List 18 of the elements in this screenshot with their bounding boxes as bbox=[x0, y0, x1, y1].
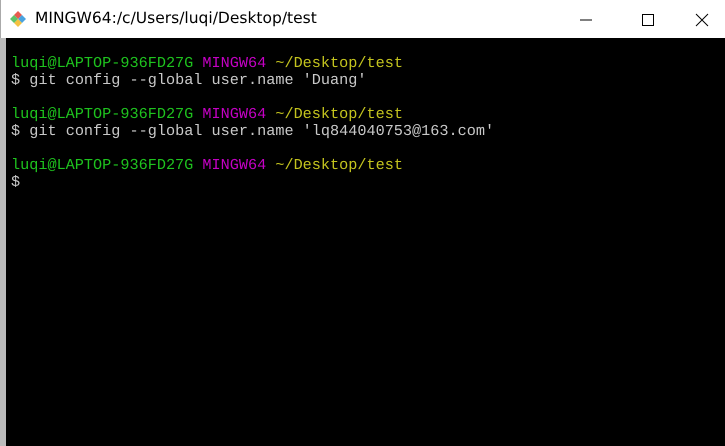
prompt-user-host: luqi@LAPTOP-936FD27G bbox=[11, 105, 194, 123]
prompt-symbol: $ bbox=[11, 71, 20, 89]
prompt-path: ~/Desktop/test bbox=[275, 54, 403, 72]
prompt-path: ~/Desktop/test bbox=[275, 156, 403, 174]
app-logo-icon bbox=[9, 10, 27, 28]
command-text: git config --global user.name 'lq844040753@163.com' bbox=[29, 122, 494, 140]
close-icon bbox=[695, 12, 709, 27]
prompt-symbol: $ bbox=[11, 173, 20, 191]
window-title: MINGW64:/c/Users/luqi/Desktop/test bbox=[35, 8, 318, 30]
maximize-icon bbox=[642, 14, 654, 26]
prompt-symbol: $ bbox=[11, 122, 20, 140]
prompt-user-host: luqi@LAPTOP-936FD27G bbox=[11, 156, 194, 174]
prompt-user-host: luqi@LAPTOP-936FD27G bbox=[11, 54, 194, 72]
prompt-system: MINGW64 bbox=[202, 54, 266, 72]
prompt-system: MINGW64 bbox=[202, 105, 266, 123]
prompt-system: MINGW64 bbox=[202, 156, 266, 174]
command-text: git config --global user.name 'Duang' bbox=[29, 71, 366, 89]
prompt-path: ~/Desktop/test bbox=[275, 105, 403, 123]
